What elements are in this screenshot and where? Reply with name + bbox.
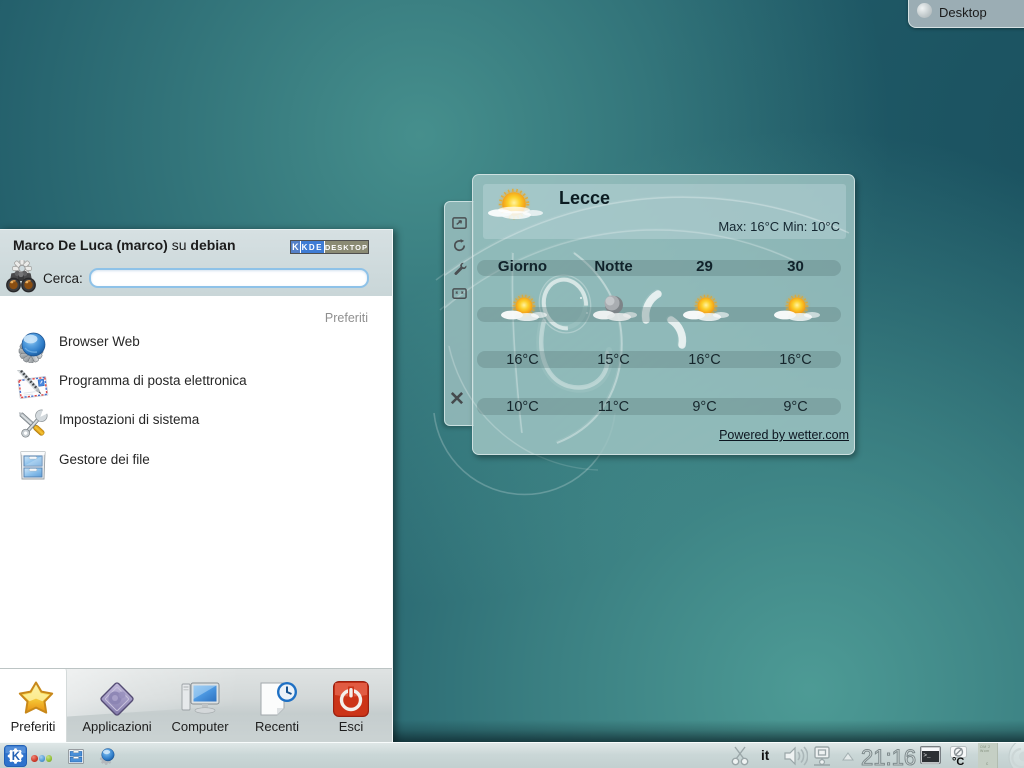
svg-text:>_: >_ [923,752,931,759]
svg-text:K: K [12,751,21,763]
